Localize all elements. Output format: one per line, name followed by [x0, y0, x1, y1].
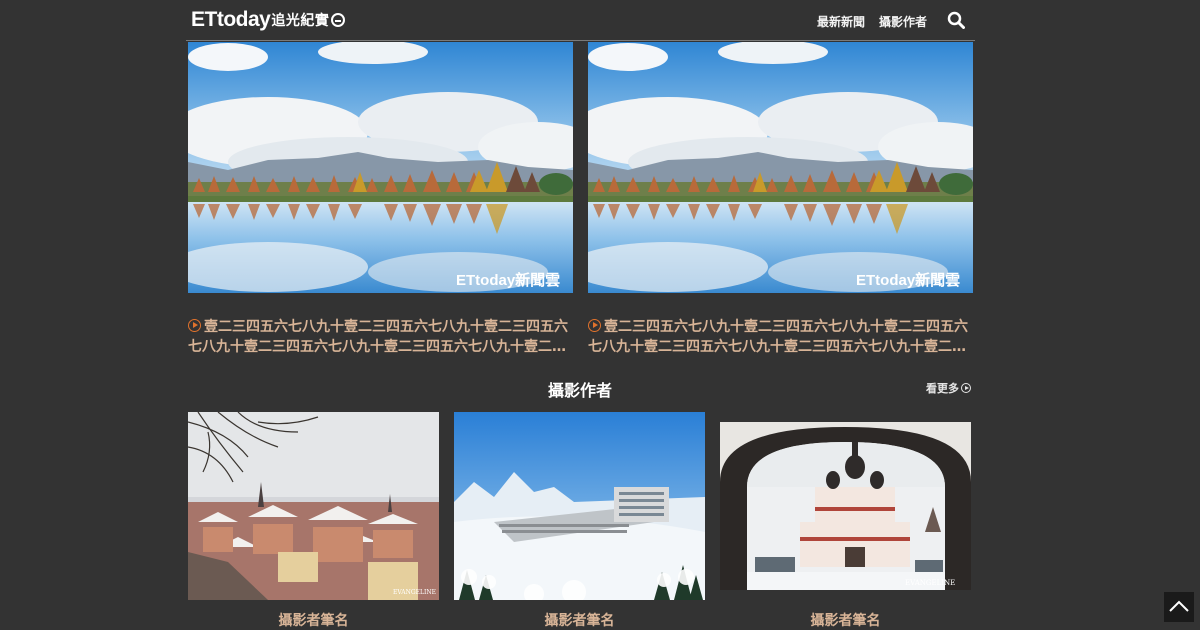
author-photo[interactable]: EVANGELINE [188, 412, 439, 600]
author-card[interactable]: EVANGELINE 攝影者筆名 [188, 412, 439, 630]
feature-card[interactable]: ETtoday新聞雲 壹二三四五六七八九十壹二三四五六七八九十壹二三四五六七八九… [188, 42, 573, 357]
author-name[interactable]: 攝影者筆名 [188, 610, 439, 630]
image-watermark: ETtoday新聞雲 [856, 271, 960, 289]
author-card[interactable]: 攝影者筆名 [454, 412, 705, 630]
main-nav: 最新新聞 攝影作者 [817, 13, 927, 30]
image-watermark: EVANGELINE [905, 579, 955, 587]
feature-title[interactable]: 壹二三四五六七八九十壹二三四五六七八九十壹二三四五六七八九十壹二三四五六七八九十… [188, 317, 573, 357]
image-watermark: EVANGELINE [393, 589, 436, 596]
feature-card[interactable]: ETtoday新聞雲 壹二三四五六七八九十壹二三四五六七八九十壹二三四五六七八九… [588, 42, 973, 357]
back-to-top-button[interactable] [1164, 592, 1194, 622]
feature-image[interactable]: ETtoday新聞雲 [588, 42, 973, 293]
logo-mark-icon [331, 13, 346, 27]
nav-latest-news[interactable]: 最新新聞 [817, 13, 865, 30]
see-more-label: 看更多 [926, 382, 959, 395]
author-photo[interactable] [454, 412, 705, 600]
see-more-link[interactable]: 看更多 [926, 380, 971, 396]
site-logo[interactable]: ETtoday 追光紀實 [191, 8, 346, 31]
feature-title-text: 壹二三四五六七八九十壹二三四五六七八九十壹二三四五六七八九十壹二三四五六七八九十… [188, 319, 568, 355]
site-header: ETtoday 追光紀實 最新新聞 攝影作者 [186, 0, 975, 41]
play-circle-icon [188, 319, 201, 332]
chevron-up-icon [1169, 600, 1189, 612]
feature-image[interactable]: ETtoday新聞雲 [188, 42, 573, 293]
author-name[interactable]: 攝影者筆名 [720, 610, 971, 630]
play-circle-icon [588, 319, 601, 332]
author-name[interactable]: 攝影者筆名 [454, 610, 705, 630]
feature-title-text: 壹二三四五六七八九十壹二三四五六七八九十壹二三四五六七八九十壹二三四五六七八九十… [588, 319, 968, 355]
image-watermark: ETtoday新聞雲 [456, 271, 560, 289]
logo-sub-text: 追光紀實 [271, 13, 330, 29]
feature-title[interactable]: 壹二三四五六七八九十壹二三四五六七八九十壹二三四五六七八九十壹二三四五六七八九十… [588, 317, 973, 357]
author-card[interactable]: EVANGELINE 攝影者筆名 [720, 412, 971, 630]
nav-photographers[interactable]: 攝影作者 [879, 13, 927, 30]
search-icon[interactable] [947, 11, 965, 29]
arrow-circle-icon [961, 383, 971, 393]
section-title: 攝影作者 [547, 381, 612, 400]
logo-main-text: ETtoday [191, 8, 271, 31]
author-photo[interactable]: EVANGELINE [720, 412, 971, 600]
